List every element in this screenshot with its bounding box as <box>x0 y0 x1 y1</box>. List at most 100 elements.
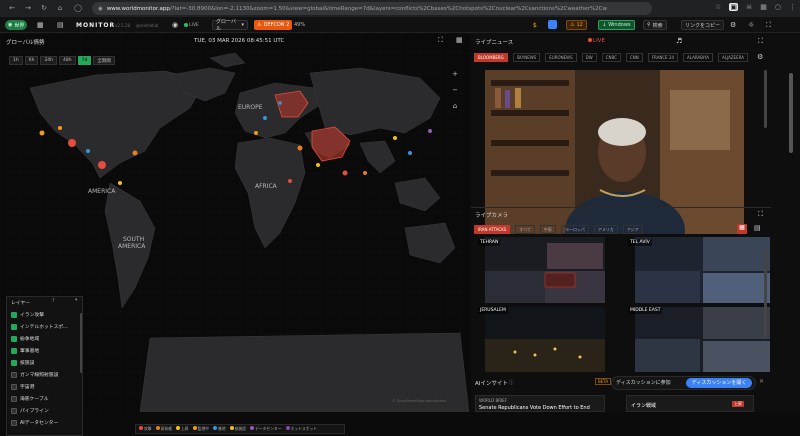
page-scrollbar[interactable] <box>789 73 793 153</box>
open-discussion-button[interactable]: ディスカッションを開く <box>686 378 752 388</box>
zoom-out-icon[interactable]: − <box>449 84 461 96</box>
news-channel-tab[interactable]: ALARABIYA <box>683 53 713 62</box>
collapse-icon[interactable]: ▾ <box>75 298 77 303</box>
fullscreen-icon[interactable]: ⛶ <box>766 20 771 30</box>
region-select[interactable]: グローバル ▾ <box>212 19 248 32</box>
news-channel-tab[interactable]: CNN <box>625 53 643 62</box>
cam-filter-tab[interactable]: すべて <box>515 225 535 234</box>
home-icon[interactable]: ⌂ <box>54 4 66 12</box>
cam-filter-tab[interactable]: アメリカ <box>593 225 618 234</box>
checkbox-icon[interactable] <box>11 419 17 426</box>
bookmark-icon[interactable]: ☆ <box>715 3 721 11</box>
address-bar[interactable]: ◉ www.worldmonitor.app/?lat=-30.8900&lon… <box>92 2 652 15</box>
checkbox-checked-icon[interactable] <box>11 323 17 330</box>
range-7d[interactable]: 7d <box>77 56 92 65</box>
range-6h[interactable]: 6h <box>24 56 39 65</box>
layer-item[interactable]: 海底ケーブル <box>11 394 49 403</box>
home-view-icon[interactable]: ⌂ <box>449 100 461 112</box>
checkbox-icon[interactable] <box>11 371 17 378</box>
shield-check-icon[interactable]: ☠ <box>746 3 752 11</box>
gear-icon[interactable]: ⚙ <box>730 20 736 30</box>
checkbox-checked-icon[interactable] <box>11 335 17 342</box>
theater-badge: 上昇 <box>732 401 744 407</box>
theme-icon[interactable]: ☼ <box>748 20 754 30</box>
mute-icon[interactable]: ♬ <box>676 37 682 45</box>
reload-icon[interactable]: ↻ <box>38 4 50 12</box>
grid-view-icon[interactable]: ▦ <box>737 224 747 234</box>
help-icon[interactable]: ? <box>52 299 55 304</box>
dashboard-icon[interactable]: ▦ <box>37 20 44 30</box>
windows-button[interactable]: ↓ Windows <box>598 20 635 30</box>
news-live-text: LIVE <box>593 38 605 44</box>
range-24h[interactable]: 24h <box>40 56 58 65</box>
checkbox-checked-icon[interactable] <box>11 359 17 366</box>
layer-item[interactable]: ガンマ線照射施設 <box>11 370 58 379</box>
world-badge[interactable]: ◉ 世界 <box>5 20 28 30</box>
checkbox-icon[interactable] <box>11 407 17 414</box>
channel-settings-icon[interactable]: ⚙ <box>757 53 763 61</box>
checkbox-checked-icon[interactable] <box>11 311 17 318</box>
checkbox-icon[interactable] <box>11 383 17 390</box>
close-icon[interactable]: ✕ <box>759 378 764 385</box>
news-channel-tab[interactable]: EURONEWS <box>545 53 577 62</box>
search-button[interactable]: ⚲ 検索 <box>643 20 667 30</box>
news-channel-tab[interactable]: FRANCE 24 <box>647 53 679 62</box>
cam-filter-tab[interactable]: ヨーロッパ <box>560 225 589 234</box>
range-all[interactable]: 全期間 <box>93 56 115 65</box>
map-panel[interactable]: EUROPE AFRICA AMERICA SOUTH AMERICA © Op… <box>0 33 469 436</box>
sidebar-icon[interactable]: ▣ <box>729 3 738 11</box>
news-channel-tab[interactable]: BLOOMBERG <box>474 53 508 62</box>
news-channel-tab[interactable]: DW <box>581 53 597 62</box>
resize-icon[interactable]: ▦ <box>456 36 463 44</box>
cam-filter-tab[interactable]: アジア <box>622 225 643 234</box>
checkbox-checked-icon[interactable] <box>11 347 17 354</box>
copy-link-button[interactable]: リンクをコピー <box>681 20 725 30</box>
layer-label: 軍事基地 <box>20 349 40 354</box>
news-channel-tab[interactable]: CNBC <box>601 53 621 62</box>
legend-label: ホットスポット <box>290 426 318 431</box>
range-1h[interactable]: 1h <box>9 56 23 65</box>
list-view-icon[interactable]: ▤ <box>754 224 761 232</box>
zoom-in-icon[interactable]: + <box>449 68 461 80</box>
handle[interactable]: @eliehabib <box>136 20 158 30</box>
layer-item[interactable]: インテルホットスポ... <box>11 322 68 331</box>
cam-filter-tab[interactable]: 中東 <box>539 225 556 234</box>
lock-icon: ◉ <box>98 5 103 12</box>
shield-icon[interactable]: ◯ <box>72 4 84 12</box>
cams-expand-icon[interactable]: ⛶ <box>758 210 763 219</box>
layer-item[interactable]: イラン攻撃 <box>11 310 44 319</box>
layer-item[interactable]: 軍事基地 <box>11 346 39 355</box>
news-channel-tab[interactable]: ALJAZEERA <box>718 53 748 62</box>
cams-scrollbar[interactable] <box>764 248 767 338</box>
defcon-badge[interactable]: ⚠ DEFCON 2 <box>254 20 293 30</box>
news-expand-icon[interactable]: ⛶ <box>758 37 763 46</box>
layers-scrollbar[interactable] <box>80 313 82 373</box>
back-icon[interactable]: ← <box>6 4 18 12</box>
layer-item[interactable]: AIデータセンター <box>11 418 58 427</box>
account-icon[interactable]: ○ <box>775 3 781 11</box>
layer-item[interactable]: 宇宙港 <box>11 382 34 391</box>
info-icon[interactable]: ⓘ <box>509 379 514 386</box>
news-channel-tab[interactable]: SKYNEWS <box>512 53 541 62</box>
github-icon[interactable]: ◉ <box>172 20 178 30</box>
cam-filter-tab[interactable]: IRAN ATTACKS <box>474 225 511 234</box>
checkbox-icon[interactable] <box>11 395 17 402</box>
range-48h[interactable]: 48h <box>59 56 76 65</box>
forward-icon[interactable]: → <box>22 4 34 12</box>
cam-label-jerusalem: JERUSALEM <box>478 307 508 314</box>
news-scrollbar[interactable] <box>764 70 767 128</box>
app-tile-icon[interactable] <box>548 20 557 29</box>
camera-grid[interactable] <box>485 237 770 372</box>
world-brief-card[interactable]: WORLD BRIEF Senate Republicans Vote Down… <box>475 395 605 412</box>
layer-item[interactable]: 核施設 <box>11 358 34 367</box>
expand-icon[interactable]: ⛶ <box>438 36 443 45</box>
menu-icon[interactable]: ⋮ <box>789 3 796 11</box>
alerts-count[interactable]: ⚠ 12 <box>566 20 587 30</box>
layer-item[interactable]: 紛争地域 <box>11 334 39 343</box>
legend-item: 上昇 <box>175 426 189 432</box>
extensions-icon[interactable]: ▦ <box>760 3 767 11</box>
dollar-icon[interactable]: $ <box>533 20 537 30</box>
iran-theater-card[interactable]: イラン戦域 上昇 <box>626 395 754 412</box>
menu-grid-icon[interactable]: ▤ <box>57 20 64 30</box>
layer-item[interactable]: パイプライン <box>11 406 49 415</box>
